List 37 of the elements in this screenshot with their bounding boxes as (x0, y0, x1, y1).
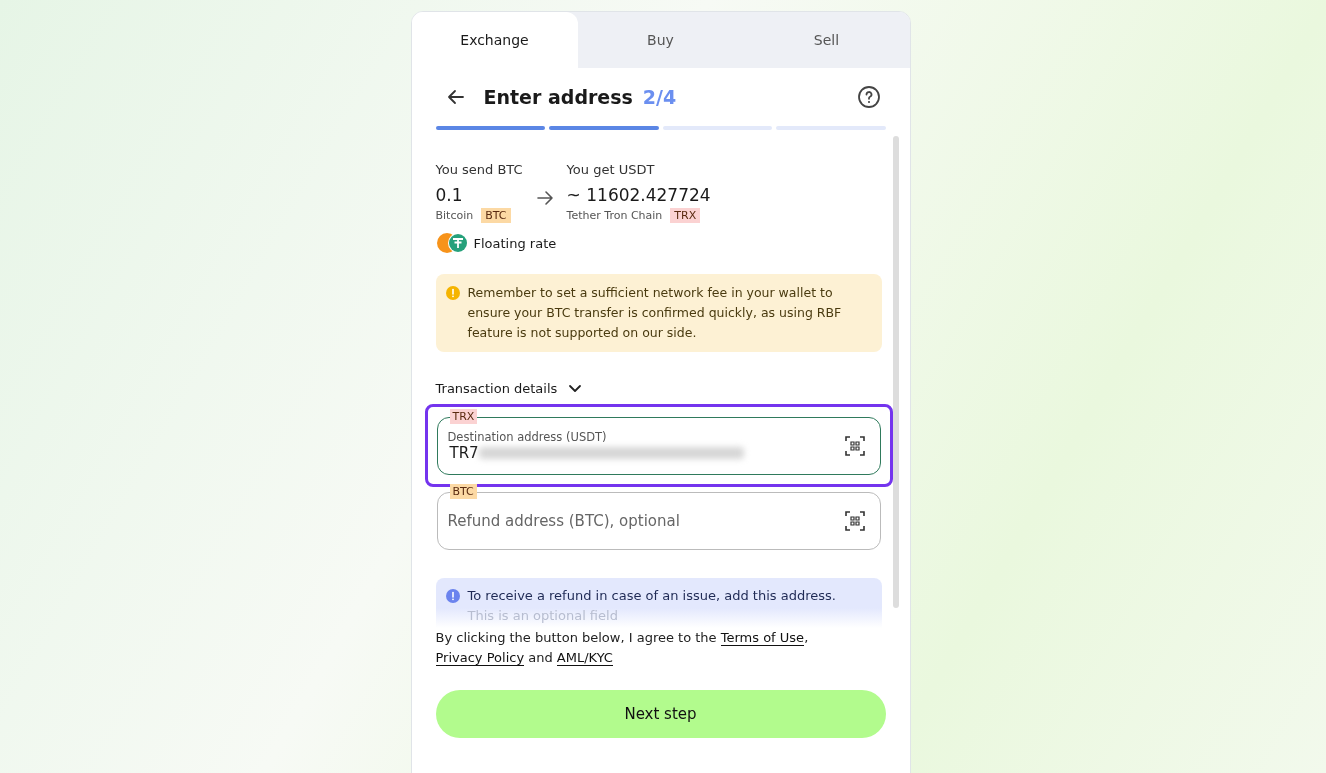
tab[interactable]: Buy (577, 12, 744, 68)
qr-scan-icon[interactable] (843, 435, 866, 457)
agreement-text: By clicking the button below, I agree to the Terms of Use, Privacy Policy and AML/KYC (435, 629, 810, 668)
scrollbar[interactable] (892, 136, 899, 608)
network-tag: TRX (449, 409, 478, 424)
policy-link[interactable]: Privacy Policy (435, 650, 525, 666)
field-label: Destination address (USDT) (447, 430, 608, 444)
back-arrow-icon[interactable] (445, 87, 466, 107)
coin-name: Bitcoin (435, 209, 474, 222)
network-tag: BTC (449, 484, 477, 499)
right-arrow-icon (534, 188, 555, 208)
info-text: This is an optional field (467, 607, 619, 625)
send-amount: 0.1 (435, 185, 464, 205)
policy-link[interactable]: Terms of Use (720, 630, 805, 646)
page-title: Enter address (483, 86, 633, 108)
policy-link[interactable]: AML/KYC (556, 650, 613, 666)
field-placeholder: Refund address (BTC), optional (447, 512, 681, 530)
tab[interactable]: Exchange (411, 12, 578, 68)
rate-type: Floating rate (473, 235, 557, 251)
coin-pair-icon (435, 232, 470, 254)
send-label: You send BTC (435, 162, 523, 177)
info-text: To receive a refund in case of an issue, add this address. (467, 587, 836, 605)
exclamation-icon (445, 286, 460, 300)
next-step-button[interactable]: Next step (435, 690, 886, 738)
get-amount: ~ 11602.427724 (566, 185, 711, 205)
warning-text: Remember to set a sufficient network fee in your wallet to ensure your BTC transfer is confirmed quickly, as using RBF feature is not supported on our side. (467, 284, 843, 342)
help-icon[interactable] (856, 85, 881, 109)
qr-scan-icon[interactable] (843, 510, 866, 532)
get-label: You get USDT (566, 162, 656, 177)
ticker-tag: TRX (670, 208, 701, 223)
coin-name: Tether Tron Chain (566, 209, 663, 222)
field-value: TR7 (449, 444, 479, 462)
tab[interactable]: Sell (743, 12, 910, 68)
ticker-tag: BTC (481, 208, 511, 223)
step-counter: 2/4 (642, 86, 677, 108)
exclamation-icon (445, 589, 460, 603)
details-toggle[interactable]: Transaction details (435, 380, 584, 396)
